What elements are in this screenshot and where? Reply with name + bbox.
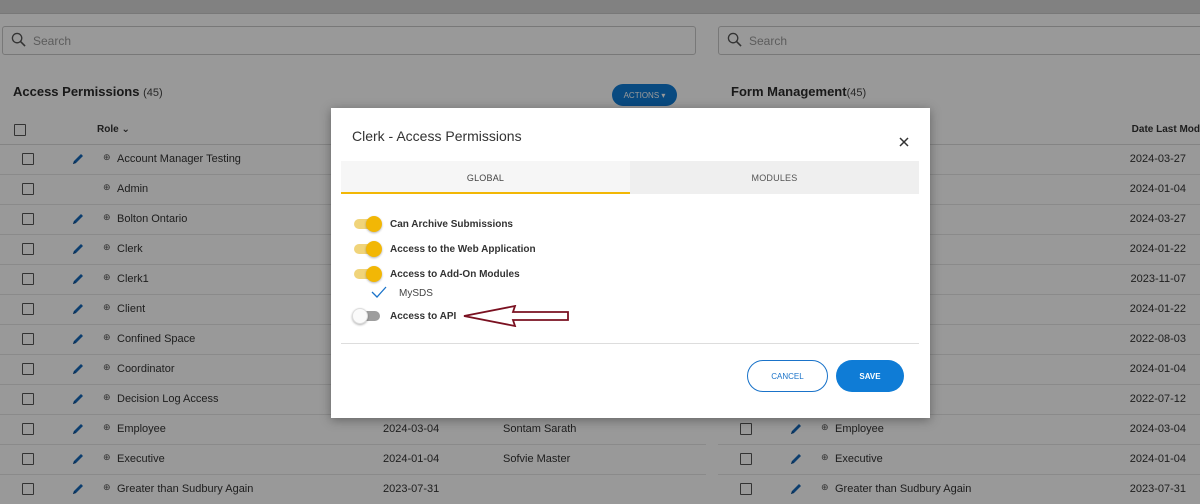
access-permissions-dialog: Clerk - Access Permissions GLOBAL MODULE…: [331, 108, 930, 418]
dialog-tabs: GLOBAL MODULES: [341, 161, 919, 194]
module-label: MySDS: [399, 288, 433, 299]
cancel-button[interactable]: CANCEL: [747, 360, 828, 392]
dialog-title: Clerk - Access Permissions: [352, 128, 522, 144]
dialog-divider: [341, 343, 919, 344]
save-button[interactable]: SAVE: [836, 360, 904, 392]
module-option-mysds[interactable]: MySDS: [371, 285, 433, 302]
tab-global[interactable]: GLOBAL: [341, 161, 630, 194]
add-on-modules-access-toggle[interactable]: [352, 266, 382, 282]
permission-label: Access to API: [390, 310, 457, 322]
api-access-toggle[interactable]: [352, 308, 382, 324]
permission-row: Access to Add-On Modules: [352, 265, 520, 283]
web-application-access-toggle[interactable]: [352, 241, 382, 257]
can-archive-submissions-toggle[interactable]: [352, 216, 382, 232]
permission-row: Access to the Web Application: [352, 240, 536, 258]
tab-modules[interactable]: MODULES: [630, 161, 919, 194]
close-icon[interactable]: [897, 135, 911, 149]
permission-label: Access to Add-On Modules: [390, 268, 520, 280]
annotation-arrow-icon: [463, 305, 569, 327]
permission-label: Can Archive Submissions: [390, 218, 513, 230]
permission-row: Can Archive Submissions: [352, 215, 513, 233]
permission-label: Access to the Web Application: [390, 243, 536, 255]
checkmark-icon: [371, 285, 399, 302]
permission-row: Access to API: [352, 307, 456, 325]
